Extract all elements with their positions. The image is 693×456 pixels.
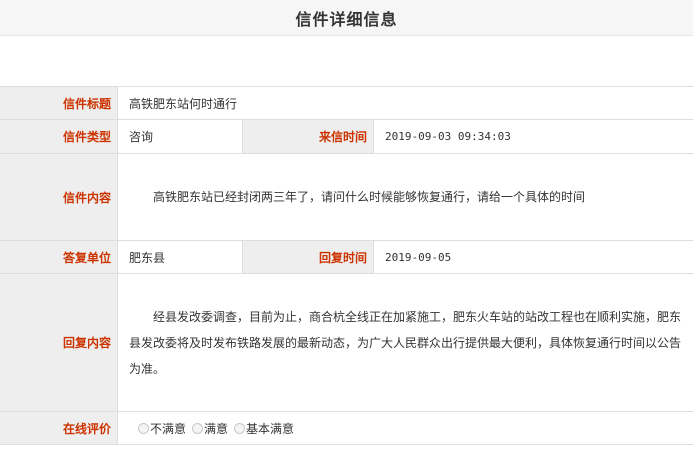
reply-content-cell: 经县发改委调查，目前为止，商合杭全线正在加紧施工，肥东火车站的站改工程也在顺利实… <box>116 273 693 412</box>
reply-content-row: 回复内容 经县发改委调查，目前为止，商合杭全线正在加紧施工，肥东火车站的站改工程… <box>0 273 693 412</box>
subject-row: 信件标题 高铁肥东站何时通行 <box>0 86 693 120</box>
content-cell: 高铁肥东站已经封闭两三年了，请问什么时候能够恢复通行，请给一个具体的时间 <box>116 153 693 241</box>
reply-time-label: 回复时间 <box>242 240 374 274</box>
received-time-value: 2019-09-03 09:34:03 <box>372 119 693 154</box>
radio-label-satisfied: 满意 <box>204 421 229 436</box>
received-time-label: 来信时间 <box>242 119 374 154</box>
radio-option-satisfied[interactable]: 满意 <box>192 420 228 437</box>
subject-label: 信件标题 <box>0 86 118 120</box>
radio-label-basically-satisfied: 基本满意 <box>246 421 295 436</box>
radio-option-basically-satisfied[interactable]: 基本满意 <box>234 420 294 437</box>
radio-button-satisfied[interactable] <box>192 422 204 434</box>
type-label: 信件类型 <box>0 119 118 154</box>
reply-unit-value: 肥东县 <box>117 240 243 274</box>
radio-option-dissatisfied[interactable]: 不满意 <box>138 420 186 437</box>
reply-unit-row: 答复单位 肥东县 回复时间 2019-09-05 <box>0 240 693 274</box>
content-row: 信件内容 高铁肥东站已经封闭两三年了，请问什么时候能够恢复通行，请给一个具体的时… <box>0 153 693 241</box>
evaluation-row: 在线评价 不满意 满意 基本满意 <box>0 411 693 445</box>
reply-content-text: 经县发改委调查，目前为止，商合杭全线正在加紧施工，肥东火车站的站改工程也在顺利实… <box>129 309 682 376</box>
subject-value: 高铁肥东站何时通行 <box>116 86 693 120</box>
letter-detail-table: 信件标题 高铁肥东站何时通行 信件类型 咨询 来信时间 2019-09-03 0… <box>0 86 693 445</box>
type-row: 信件类型 咨询 来信时间 2019-09-03 09:34:03 <box>0 119 693 154</box>
radio-button-dissatisfied[interactable] <box>138 422 149 434</box>
radio-button-basically-satisfied[interactable] <box>234 422 246 434</box>
reply-unit-label: 答复单位 <box>0 240 118 274</box>
letter-content-text: 高铁肥东站已经封闭两三年了，请问什么时候能够恢复通行，请给一个具体的时间 <box>153 190 586 204</box>
reply-content-label: 回复内容 <box>0 273 118 412</box>
reply-time-value: 2019-09-05 <box>372 240 693 274</box>
evaluation-label: 在线评价 <box>0 411 118 445</box>
content-label: 信件内容 <box>0 153 118 241</box>
type-value: 咨询 <box>117 119 243 154</box>
evaluation-radio-group: 不满意 满意 基本满意 <box>118 420 693 437</box>
page-title: 信件详细信息 <box>295 9 398 29</box>
page-header: 信件详细信息 <box>0 0 693 36</box>
evaluation-cell: 不满意 满意 基本满意 <box>116 411 693 445</box>
radio-label-dissatisfied: 不满意 <box>150 421 187 436</box>
